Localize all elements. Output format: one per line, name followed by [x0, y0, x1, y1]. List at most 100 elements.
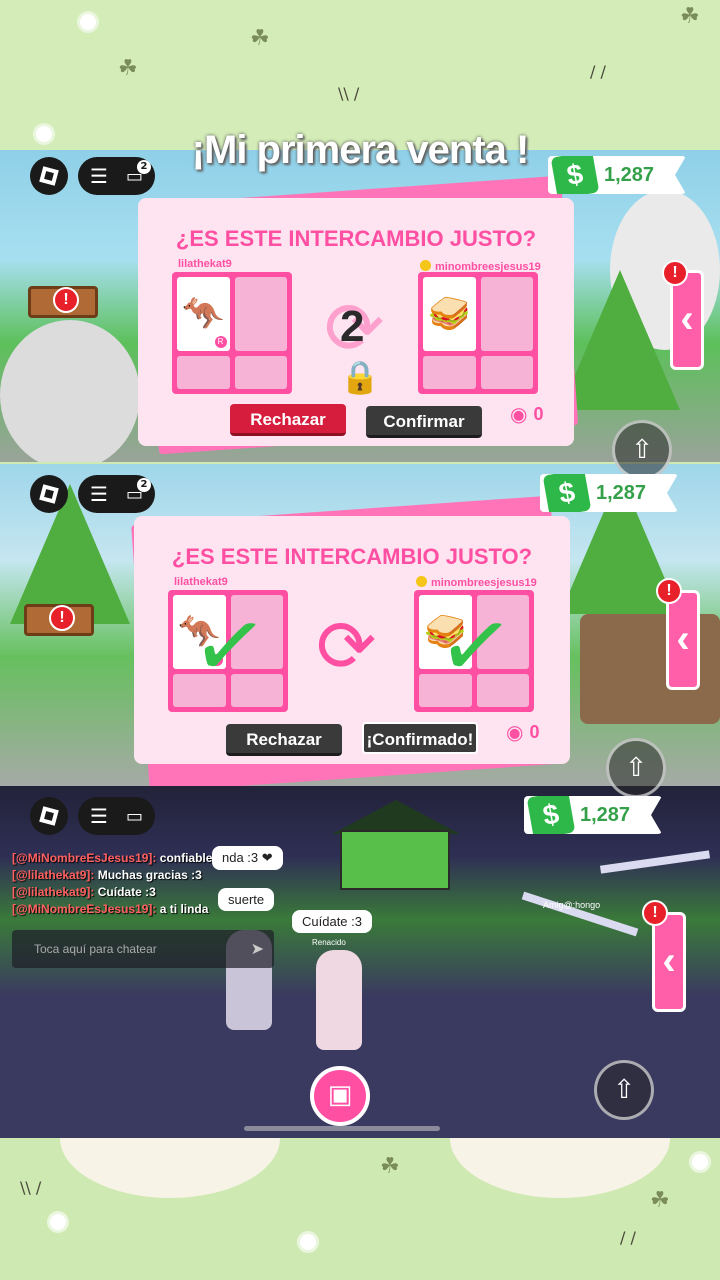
jump-button[interactable]: ⇧ — [606, 738, 666, 798]
clover-decoration: ☘ — [250, 26, 270, 51]
hamburger-icon[interactable]: ☰ — [90, 482, 108, 506]
clover-decoration: ☘ — [380, 1154, 400, 1179]
house — [332, 800, 460, 890]
empty-slot — [234, 277, 287, 351]
world-sign-label: Amig@:hongo — [543, 900, 601, 910]
viewers-count: ◉ 0 — [510, 402, 543, 426]
offer-grid-left: 🦘 R — [172, 272, 292, 394]
clover-decoration: ☘ — [680, 4, 700, 29]
menu-pill: ☰ ▭ — [78, 797, 155, 835]
money-amount: 1,287 — [580, 803, 631, 826]
top-controls: ☰ ▭ — [30, 797, 155, 835]
player-nametag: Renacido — [312, 938, 346, 947]
jump-button[interactable]: ⇧ — [612, 420, 672, 480]
smile-icon — [416, 576, 427, 587]
menu-pill: ☰ ▭ 2 — [78, 475, 155, 513]
clover-decoration: ☘ — [650, 1188, 670, 1213]
money-icon: $ — [542, 474, 592, 512]
empty-slot — [480, 277, 533, 351]
alert-icon: ! — [49, 605, 75, 631]
viewers-number: 0 — [529, 721, 540, 742]
daisy-decoration — [50, 1214, 66, 1230]
sandwich-icon[interactable]: 🥪 — [423, 277, 476, 351]
money-amount: 1,287 — [596, 481, 647, 504]
player-name-left: lilathekat9 — [174, 576, 228, 588]
house-body — [340, 830, 450, 890]
checkmark-icon: ✓ — [431, 589, 521, 704]
player-avatar[interactable] — [316, 950, 362, 1050]
grass-decoration: / / — [620, 1228, 636, 1247]
swap-arrows-icon: ⟳ — [316, 604, 377, 688]
top-controls: ☰ ▭ 2 — [30, 475, 155, 513]
trade-title: ¿ES ESTE INTERCAMBIO JUSTO? — [175, 226, 537, 251]
grass-decoration: \\ / — [20, 1178, 42, 1197]
chat-text: Cuídate :3 — [97, 885, 156, 899]
rare-tag: R — [214, 335, 227, 348]
chat-icon[interactable]: ▭ — [126, 806, 143, 827]
viewers-count: ◉ 0 — [506, 720, 539, 744]
alert-icon: ! — [662, 260, 688, 286]
chat-username: [@MiNombreEsJesus19]: — [12, 902, 157, 916]
money-icon: $ — [526, 796, 576, 834]
home-indicator — [244, 1126, 440, 1131]
chat-username: [@MiNombreEsJesus19]: — [12, 851, 157, 865]
side-menu-tab[interactable]: ‹ — [666, 590, 700, 690]
grass-decoration: \\ / — [338, 84, 360, 103]
chat-username: [@lilathekat9]: — [12, 885, 95, 899]
hamburger-icon[interactable]: ☰ — [90, 804, 108, 828]
send-icon[interactable]: ➤ — [251, 930, 264, 968]
kangaroo-pet-icon[interactable]: 🦘 R — [177, 277, 230, 351]
chat-input[interactable]: Toca aquí para chatear ➤ — [12, 930, 274, 968]
rock — [0, 320, 140, 462]
reject-button[interactable]: Rechazar — [230, 404, 346, 436]
roblox-logo-icon[interactable] — [30, 475, 68, 513]
jump-button[interactable]: ⇧ — [594, 1060, 654, 1120]
money-display: $ 1,287 — [540, 474, 679, 512]
daisy-decoration — [300, 1234, 316, 1250]
chat-text: confiable — [159, 851, 213, 865]
cloud-blob — [60, 1138, 280, 1198]
confirm-button[interactable]: Confirmar — [366, 406, 482, 438]
speech-bubble: Cuídate :3 — [292, 910, 372, 933]
empty-slot — [423, 355, 476, 389]
background-bottom: ☘ ☘ \\ / / / — [0, 1138, 720, 1280]
player-name-left: lilathekat9 — [178, 258, 232, 270]
checkmark-icon: ✓ — [185, 589, 275, 704]
offer-grid-right: 🥪 — [418, 272, 538, 394]
backpack-icon[interactable]: ▣ — [310, 1066, 370, 1126]
chat-placeholder: Toca aquí para chatear — [34, 942, 157, 956]
empty-slot — [480, 355, 533, 389]
empty-slot — [177, 355, 230, 389]
cloud-blob — [450, 1138, 670, 1198]
alert-icon: ! — [656, 578, 682, 604]
alert-icon: ! — [642, 900, 668, 926]
player-name-right: minombreesjesus19 — [416, 576, 537, 589]
tree — [560, 270, 680, 410]
chat-username: [@lilathekat9]: — [12, 868, 95, 882]
alert-icon: ! — [53, 287, 79, 313]
chat-text: Muchas gracias :3 — [97, 868, 202, 882]
money-display: $ 1,287 — [524, 796, 663, 834]
daisy-decoration — [692, 1154, 708, 1170]
task-board[interactable]: ! — [24, 604, 94, 636]
smile-icon — [420, 260, 431, 271]
lock-icon: 🔒 — [340, 358, 380, 396]
trade-dialog: ¿ES ESTE INTERCAMBIO JUSTO? lilathekat9 … — [138, 198, 574, 446]
chat-icon[interactable]: ▭ 2 — [126, 477, 151, 505]
roblox-logo-icon[interactable] — [30, 797, 68, 835]
side-menu-tab[interactable]: ‹ — [652, 912, 686, 1012]
task-board[interactable]: ! — [28, 286, 98, 318]
reject-button[interactable]: Rechazar — [226, 724, 342, 756]
trade-title: ¿ES ESTE INTERCAMBIO JUSTO? — [171, 544, 533, 569]
empty-slot — [234, 355, 287, 389]
speech-bubble: nda :3 ❤ — [212, 846, 283, 870]
chat-text: a ti linda — [159, 902, 209, 916]
clover-decoration: ☘ — [118, 56, 138, 81]
daisy-decoration — [80, 14, 96, 30]
player-name-right-text: minombreesjesus19 — [431, 577, 537, 589]
confirmed-button[interactable]: ¡Confirmado! — [362, 722, 478, 754]
speech-bubble: suerte — [218, 888, 275, 911]
house-roof — [332, 800, 460, 834]
video-title: ¡Mi primera venta ! — [191, 128, 530, 172]
grass-decoration: / / — [590, 62, 606, 81]
